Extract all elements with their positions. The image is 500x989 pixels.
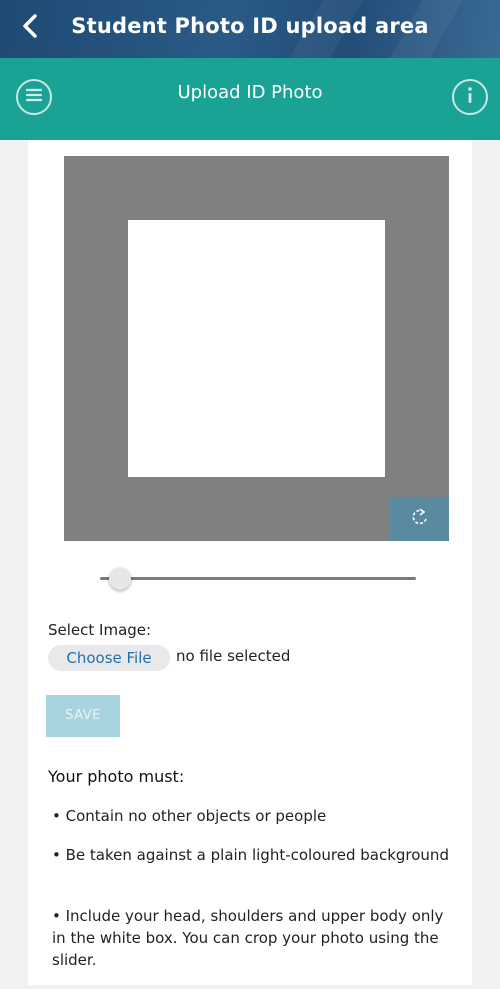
menu-icon	[25, 87, 43, 107]
app-title: Student Photo ID upload area	[71, 14, 429, 38]
info-icon	[465, 85, 475, 109]
info-button[interactable]	[452, 79, 488, 115]
rotate-icon	[410, 507, 430, 531]
app-title-bar: Student Photo ID upload area	[0, 0, 500, 58]
choose-file-button[interactable]: Choose File	[48, 645, 170, 671]
requirement-item: • Include your head, shoulders and upper…	[52, 907, 444, 969]
slider-thumb[interactable]	[109, 568, 131, 590]
upload-panel: Select Image: Choose File no file select…	[28, 140, 472, 985]
file-status: no file selected	[176, 647, 291, 665]
slider-track[interactable]	[100, 577, 416, 580]
back-button[interactable]	[14, 12, 46, 44]
photo-crop-area[interactable]	[64, 156, 449, 541]
requirement-item: • Contain no other objects or people	[52, 807, 327, 825]
requirements-heading: Your photo must:	[48, 767, 185, 786]
rotate-button[interactable]	[390, 497, 449, 541]
zoom-slider[interactable]	[100, 568, 416, 592]
crop-box[interactable]	[128, 220, 385, 477]
menu-button[interactable]	[16, 79, 52, 115]
select-image-label: Select Image:	[48, 621, 152, 639]
requirement-item: • Be taken against a plain light-coloure…	[52, 846, 449, 864]
chevron-left-icon	[20, 13, 40, 43]
page-title: Upload ID Photo	[177, 82, 323, 103]
save-button[interactable]: SAVE	[46, 695, 120, 737]
page-header: Upload ID Photo	[0, 58, 500, 140]
